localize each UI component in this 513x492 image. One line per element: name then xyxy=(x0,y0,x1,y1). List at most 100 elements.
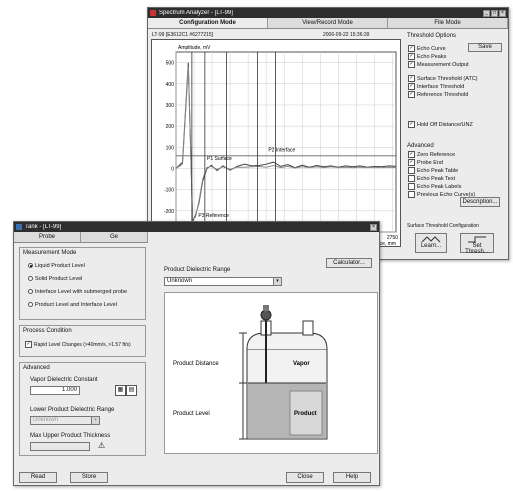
radio-button[interactable] xyxy=(28,302,33,308)
checkbox[interactable] xyxy=(408,175,415,182)
spectrum-title-bar: Spectrum Analyzer - [LT-99] _ □ × xyxy=(148,8,508,18)
vapor-dielectric-input[interactable]: 1.000 xyxy=(30,386,80,395)
checkbox[interactable]: ✓ xyxy=(408,121,415,128)
y-tick-label: 100 xyxy=(166,145,175,151)
option-measurement-output[interactable]: ✓ Measurement Output xyxy=(408,61,469,68)
save-button[interactable]: Save xyxy=(468,43,502,52)
radio-product-level-and-interface-level[interactable]: Product Level and Interface Level xyxy=(28,302,117,308)
close-icon[interactable]: × xyxy=(499,9,506,17)
checkbox[interactable] xyxy=(408,183,415,190)
advanced-title: Advanced xyxy=(23,365,50,371)
option-echo-curve[interactable]: ✓ Echo Curve xyxy=(408,45,446,52)
y-tick-label: 500 xyxy=(166,61,175,67)
rapid-level-label: Rapid Level Changes (>40mm/s, >1.57 ft/s… xyxy=(34,342,131,349)
option-label: Echo Peaks xyxy=(417,53,447,60)
option-echo-peak-text[interactable]: Echo Peak Text xyxy=(408,175,455,182)
plot-frame xyxy=(175,51,397,233)
radio-liquid-product-level[interactable]: Liquid Product Level xyxy=(28,263,85,269)
option-interface-threshold[interactable]: ✓ Interface Threshold xyxy=(408,83,464,90)
lower-dielectric-label: Lower Product Dielectric Range xyxy=(30,407,115,413)
option-zero-reference[interactable]: ✓ Zero Reference xyxy=(408,151,455,158)
radio-interface-level-with-submerged-probe[interactable]: Interface Level with submerged probe xyxy=(28,289,127,295)
checkbox[interactable]: ✓ xyxy=(408,159,415,166)
lower-dielectric-select[interactable]: Unknown ▾ xyxy=(30,416,100,425)
tab-probe[interactable]: Probe xyxy=(14,232,81,242)
radio-solid-product-level[interactable]: Solid Product Level xyxy=(28,276,82,282)
advanced-label: Advanced xyxy=(407,143,434,149)
store-button[interactable]: Store xyxy=(70,472,108,483)
surface-threshold-config-label: Surface Threshold Configuration xyxy=(407,223,479,229)
option-label: Reference Threshold xyxy=(417,91,469,98)
annotation-label: P1 Surface xyxy=(207,156,232,162)
diagram-product: Product xyxy=(294,411,317,417)
rapid-level-checkbox[interactable]: ✓ Rapid Level Changes (>40mm/s, >1.57 ft/… xyxy=(25,341,131,348)
vapor-dielectric-table-icon[interactable]: ▤ xyxy=(126,385,137,396)
radio-label: Solid Product Level xyxy=(35,276,83,282)
help-button[interactable]: Help xyxy=(333,472,371,483)
option-label: Zero Reference xyxy=(417,151,456,158)
echo-curve-plot: -250025050075010001250150017502000225025… xyxy=(164,45,398,246)
tab-view-record-mode[interactable]: View/Record Mode xyxy=(268,18,388,28)
radio-button[interactable] xyxy=(28,263,33,269)
option-echo-peaks[interactable]: ✓ Echo Peaks xyxy=(408,53,446,60)
radio-button[interactable] xyxy=(28,276,33,282)
option-label: Hold Off Distance/UNZ xyxy=(417,121,473,128)
set-threshold-label: Set Thresh... xyxy=(465,243,489,255)
option-label: Measurement Output xyxy=(417,61,469,68)
checkbox[interactable] xyxy=(408,167,415,174)
y-tick-label: 300 xyxy=(166,103,175,109)
rapid-level-check[interactable]: ✓ xyxy=(25,341,32,348)
y-tick-label: 400 xyxy=(166,82,175,88)
diagram-vapor: Vapor xyxy=(293,361,310,367)
chart-header-left: LT-99 [E3612C1 #6277215] xyxy=(152,32,214,38)
option-label: Echo Peak Table xyxy=(417,167,459,174)
option-surface-threshold-atc[interactable]: ✓ Surface Threshold (ATC) xyxy=(408,75,478,82)
calculator-button[interactable]: Calculator... xyxy=(326,258,372,268)
annotation-label: P2 Interface xyxy=(268,148,295,154)
echo-curve-chart[interactable]: -250025050075010001250150017502000225025… xyxy=(151,39,401,247)
checkbox[interactable] xyxy=(408,191,415,198)
learn-button[interactable]: Learn... xyxy=(415,233,447,253)
description-button[interactable]: Description... xyxy=(460,197,500,207)
maximize-button[interactable]: □ xyxy=(491,9,498,17)
chevron-down-icon[interactable]: ▾ xyxy=(91,417,99,424)
checkbox[interactable]: ✓ xyxy=(408,45,415,52)
close-button[interactable]: Close xyxy=(286,472,324,483)
measurement-mode-title: Measurement Mode xyxy=(23,250,77,256)
option-echo-peak-labels[interactable]: Echo Peak Labels xyxy=(408,183,461,190)
option-probe-end[interactable]: ✓ Probe End xyxy=(408,159,443,166)
chevron-down-icon[interactable]: ▾ xyxy=(273,278,281,285)
tank-window-title: Tank - [LT-99] xyxy=(25,224,62,230)
tank-close-icon[interactable]: × xyxy=(370,223,377,231)
y-tick-label: -100 xyxy=(164,188,174,194)
tab-geometry[interactable]: Ge xyxy=(81,232,148,242)
threshold-options-panel: Threshold Options ✓ Echo Curve ✓ Echo Peaks… xyxy=(405,33,505,257)
tab-configuration-mode[interactable]: Configuration Mode xyxy=(148,18,268,28)
checkbox[interactable]: ✓ xyxy=(408,151,415,158)
minimize-button[interactable]: _ xyxy=(483,9,490,17)
read-button[interactable]: Read xyxy=(19,472,57,483)
tab-file-mode[interactable]: File Mode xyxy=(388,18,508,28)
checkbox[interactable]: ✓ xyxy=(408,83,415,90)
measurement-mode-group: Measurement Mode Liquid Product Level Sol… xyxy=(19,247,146,320)
advanced-group: Advanced Vapor Dielectric Constant 1.000… xyxy=(19,362,146,456)
y-tick-label: 0 xyxy=(171,166,174,172)
product-dielectric-label: Product Dielectric Range xyxy=(164,267,231,273)
option-reference-threshold[interactable]: ✓ Reference Threshold xyxy=(408,91,468,98)
checkbox[interactable]: ✓ xyxy=(408,91,415,98)
process-condition-group: Process Condition ✓ Rapid Level Changes (… xyxy=(19,325,146,357)
product-dielectric-select[interactable]: Unknown ▾ xyxy=(164,277,282,286)
checkbox[interactable]: ✓ xyxy=(408,61,415,68)
tank-tabs: Probe Ge xyxy=(14,232,148,243)
tank-window: Tank - [LT-99] × Probe Ge Measurement Mo… xyxy=(13,221,380,486)
set-threshold-button[interactable]: Set Thresh... xyxy=(460,233,494,255)
checkbox[interactable]: ✓ xyxy=(408,75,415,82)
tank-title-bar: Tank - [LT-99] × xyxy=(14,222,379,232)
checkbox[interactable]: ✓ xyxy=(408,53,415,60)
option-echo-peak-table[interactable]: Echo Peak Table xyxy=(408,167,458,174)
vapor-dielectric-calc-icon[interactable]: ▦ xyxy=(115,385,126,396)
tank-diagram-svg: Product Distance Product Level Vapor Pro… xyxy=(173,305,328,440)
option-hold-off-distance-unz[interactable]: ✓ Hold Off Distance/UNZ xyxy=(408,121,473,128)
radio-button[interactable] xyxy=(28,289,33,295)
vapor-dielectric-label: Vapor Dielectric Constant xyxy=(30,377,98,383)
